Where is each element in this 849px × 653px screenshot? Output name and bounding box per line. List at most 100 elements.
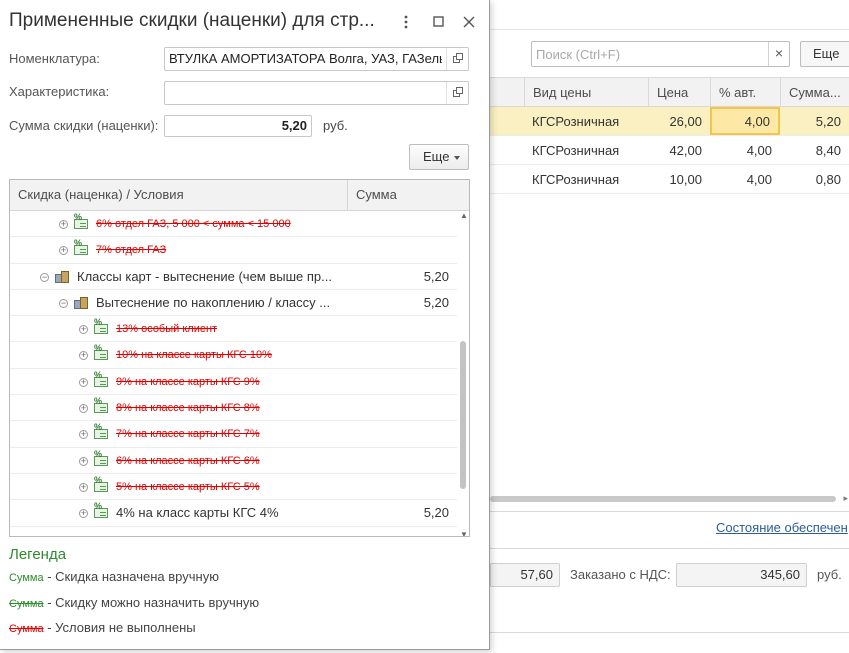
discount-icon: % [94,317,110,337]
tree-row[interactable]: +% 10% на классе карты КГС 10% [10,342,457,369]
nomenclature-field[interactable]: ВТУЛКА АМОРТИЗАТОРА Волга, УАЗ, ГАЗель [164,47,469,71]
table-row[interactable]: КГСРозничная 10,00 4,00 0,80 [490,165,849,194]
characteristic-field[interactable] [164,81,469,105]
tree-row[interactable]: +% 4% на класс карты КГС 4% 5,20 [10,500,457,527]
cell-price: 26,00 [669,114,702,129]
legend-desc: - Условия не выполнены [47,620,196,635]
open-item-icon[interactable] [446,48,468,70]
discount-icon: % [74,212,90,231]
discount-sum-field: 5,20 [164,115,312,137]
scrollbar-thumb[interactable] [460,341,466,489]
expand-icon[interactable]: + [79,377,88,387]
provision-status-link[interactable]: Состояние обеспечен [716,520,848,535]
expand-icon[interactable]: + [59,246,68,256]
vertical-scrollbar[interactable]: ▲ ▼ [459,211,468,536]
dialog-title: Примененные скидки (наценки) для стр... [9,10,375,31]
legend-key-can-manual: Сумма [9,598,44,610]
tree-row[interactable]: − Вытеснение по накоплению / классу ... 5,… [10,290,457,317]
expand-icon[interactable]: + [59,220,68,229]
collapse-icon[interactable]: − [40,272,49,282]
search-box[interactable]: × [531,41,790,67]
expand-icon[interactable]: + [79,404,88,414]
cell-price-type: КГСРозничная [532,143,620,158]
discount-icon: % [94,501,110,521]
column-header-discount[interactable]: Скидка (наценка) / Условия [18,180,184,210]
column-header-auto-pct[interactable]: % авт. [710,78,780,106]
expand-icon[interactable]: + [79,509,88,519]
open-item-icon[interactable] [446,82,468,104]
more-button[interactable]: Еще [800,41,849,67]
legend-item: Сумма - Скидка назначена вручную [9,568,219,587]
tree-row-text: 7% отдел ГАЗ [96,244,167,257]
tree-row[interactable]: +% 7% отдел ГАЗ [10,237,457,264]
discount-icon: % [94,370,110,389]
expand-icon[interactable]: + [79,325,88,335]
discount-icon: % [94,449,110,468]
tree-row[interactable]: +% 8% на классе карты КГС 8% [10,395,457,422]
scroll-right-arrow-icon[interactable]: ▸ [843,493,848,504]
more-button-label: Еще [423,149,450,164]
tree-row-sum: 5,20 [423,294,449,310]
more-button-label: Еще [813,46,840,61]
tree-row[interactable]: − Классы карт - вытеснение (чем выше пр..… [10,264,457,290]
legend-item: Сумма - Скидку можно назначить вручную [9,594,259,613]
currency-label: руб. [817,567,842,582]
expand-icon[interactable]: + [79,430,88,440]
horizontal-scrollbar[interactable]: ▸ [490,493,848,503]
tree-row[interactable]: +% 6% отдел ГАЗ, 5 000 < сумма < 15 000 [10,211,457,238]
scroll-up-arrow-icon[interactable]: ▲ [460,211,468,220]
table-header: Вид цены Цена % авт. Сумма... [490,77,849,107]
close-icon[interactable] [460,12,478,32]
column-header-price[interactable]: Цена [648,78,710,106]
maximize-icon[interactable] [429,12,447,32]
tree-row-text: 8% на классе карты КГС 8% [116,402,260,415]
ordered-vat-label: Заказано с НДС: [570,567,671,582]
tree-row-text: 13% особый клиент [116,323,218,336]
cell-auto-pct: 4,00 [746,143,772,158]
discounts-tree: Скидка (наценка) / Условия Сумма +% 6% от… [9,179,470,537]
divider [490,632,849,633]
expand-icon[interactable]: + [79,456,88,466]
tree-row[interactable]: +% 5% на классе карты КГС 5% [10,474,457,501]
expand-icon[interactable]: + [79,482,88,492]
tree-row[interactable]: +% 13% особый клиент [10,316,457,343]
scroll-down-arrow-icon[interactable]: ▼ [460,530,468,536]
close-icon[interactable]: × [768,42,789,66]
tree-row-sum: 5,20 [423,268,449,284]
tree-row[interactable]: +% 7% на классе карты КГС 7% [10,421,457,448]
tree-row-text: Вытеснение по накоплению / классу ... [96,294,331,310]
legend-title: Легенда [9,546,67,563]
cell-sum: 5,20 [815,114,841,129]
background-title-bar [490,0,849,30]
more-button[interactable]: Еще [409,144,469,170]
scrollbar-thumb[interactable] [490,496,836,502]
ordered-vat-field: 345,60 [676,563,807,587]
column-header-price-type[interactable]: Вид цены [524,78,648,106]
column-header-sum[interactable]: Сумма... [780,78,849,106]
table-row[interactable]: КГСРозничная 42,00 4,00 8,40 [490,136,849,165]
chevron-down-icon [454,155,461,160]
tree-row[interactable]: +% 9% на классе карты КГС 9% [10,369,457,396]
cell-auto-pct[interactable]: 4,00 [710,107,780,135]
search-input[interactable] [532,42,768,66]
tree-row-text: 10% на классе карты КГС 10% [116,349,272,362]
goods-table: Вид цены Цена % авт. Сумма... КГСРозничн… [490,77,849,194]
group-icon [74,295,90,310]
expand-icon[interactable]: + [79,351,88,361]
tree-body: +% 6% отдел ГАЗ, 5 000 < сумма < 15 000 +%… [10,211,457,527]
vertical-dots-icon[interactable] [397,12,415,32]
collapse-icon[interactable]: − [59,298,68,308]
discount-icon: % [94,396,110,416]
cell-sum: 8,40 [815,143,841,158]
legend-desc: - Скидку можно назначить вручную [47,595,260,610]
column-header-sum[interactable]: Сумма [356,180,397,210]
tree-row-text: 5% на классе карты КГС 5% [116,480,260,493]
currency-label: руб. [323,118,348,133]
tree-row[interactable]: +% 6% на классе карты КГС 6% [10,448,457,474]
legend-key-not-met: Сумма [9,623,44,635]
cell-price-type: КГСРозничная [532,172,620,187]
legend-item: Сумма - Условия не выполнены [9,619,196,638]
table-row[interactable]: КГСРозничная 26,00 4,00 5,20 [490,107,849,136]
tree-row-text: 9% на классе карты КГС 9% [116,375,260,388]
discount-icon: % [94,422,110,442]
